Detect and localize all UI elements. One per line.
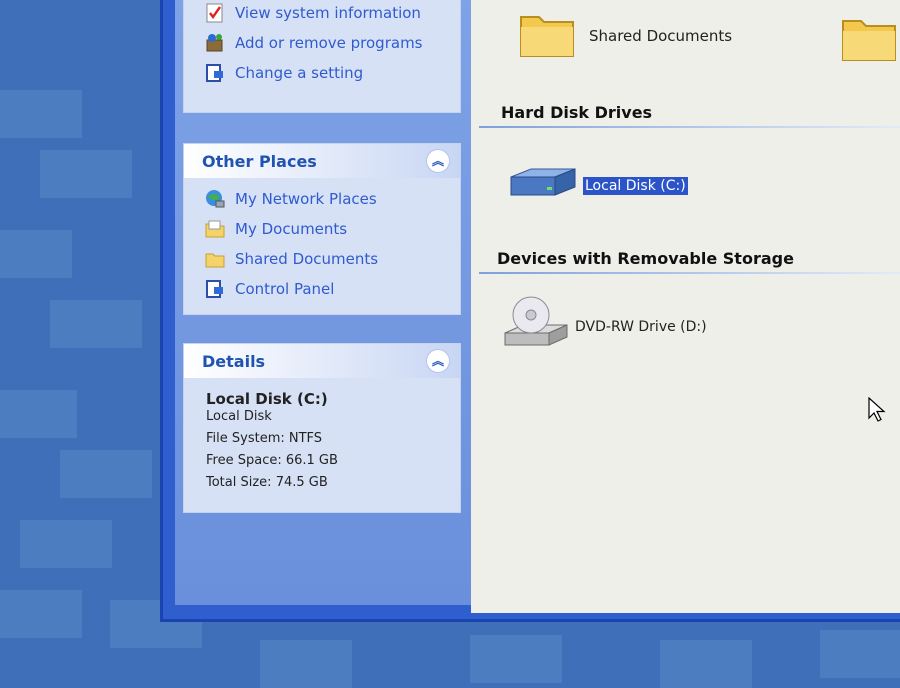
wallpaper-tile — [660, 640, 752, 688]
folder-icon — [205, 220, 225, 238]
wallpaper-tile — [0, 590, 82, 638]
section-divider — [479, 272, 900, 274]
control-panel-icon — [206, 64, 223, 82]
mouse-cursor-icon — [868, 397, 886, 422]
place-my-network-places[interactable]: My Network Places — [184, 184, 460, 214]
details-free-space: Free Space: 66.1 GB — [206, 453, 338, 468]
details-drive-name: Local Disk (C:) — [206, 390, 328, 408]
place-control-panel[interactable]: Control Panel — [184, 274, 460, 304]
wallpaper-tile — [470, 635, 562, 683]
details-total-size: Total Size: 74.5 GB — [206, 475, 328, 490]
dvd-drive-label[interactable]: DVD-RW Drive (D:) — [575, 319, 707, 335]
add-remove-icon — [206, 34, 223, 52]
place-label: My Network Places — [235, 190, 377, 208]
task-label: Add or remove programs — [235, 34, 423, 52]
content-pane: Shared Documents Hard Disk Drives Local … — [471, 0, 900, 613]
other-places-title: Other Places — [202, 151, 317, 171]
place-label: My Documents — [235, 220, 348, 238]
local-disk-icon[interactable] — [507, 165, 579, 203]
details-file-system: File System: NTFS — [206, 431, 323, 446]
section-divider — [479, 126, 900, 128]
wallpaper-tile — [20, 520, 112, 568]
wallpaper-tile — [0, 230, 72, 278]
shared-documents-label[interactable]: Shared Documents — [589, 27, 732, 45]
other-places-header[interactable]: Other Places ︽ — [184, 144, 460, 178]
details-header[interactable]: Details ︽ — [184, 344, 460, 378]
collapse-chevron-icon[interactable]: ︽ — [426, 149, 450, 173]
place-label: Shared Documents — [235, 250, 379, 268]
task-label: View system information — [235, 4, 421, 22]
wallpaper-tile — [0, 390, 77, 438]
shared-folder-icon[interactable] — [519, 7, 575, 59]
collapse-chevron-icon[interactable]: ︽ — [426, 349, 450, 373]
place-label: Control Panel — [235, 280, 335, 298]
other-places-panel: Other Places ︽ My Network Places My Docu… — [183, 143, 461, 315]
wallpaper-tile — [0, 90, 82, 138]
network-places-icon — [206, 190, 225, 208]
task-pane: View system information Add or remove pr… — [175, 0, 471, 605]
removable-storage-heading: Devices with Removable Storage — [497, 249, 794, 268]
wallpaper-tile — [40, 150, 132, 198]
task-change-a-setting[interactable]: Change a setting — [184, 58, 460, 88]
details-panel: Details ︽ Local Disk (C:) Local Disk Fil… — [183, 343, 461, 513]
task-label: Change a setting — [235, 64, 364, 82]
wallpaper-tile — [60, 450, 152, 498]
control-panel-icon — [206, 280, 223, 298]
dvd-drive-icon[interactable] — [501, 293, 571, 353]
wallpaper-tile — [50, 300, 142, 348]
wallpaper-tile — [820, 630, 900, 678]
wallpaper-tile — [260, 640, 352, 688]
details-title: Details — [202, 351, 266, 371]
local-disk-label[interactable]: Local Disk (C:) — [583, 177, 688, 195]
hard-disk-drives-heading: Hard Disk Drives — [501, 103, 653, 122]
explorer-window: View system information Add or remove pr… — [160, 0, 900, 622]
task-add-remove-programs[interactable]: Add or remove programs — [184, 28, 460, 58]
place-shared-documents[interactable]: Shared Documents — [184, 244, 460, 274]
task-view-system-information[interactable]: View system information — [184, 0, 460, 28]
folder-icon — [205, 253, 225, 268]
place-my-documents[interactable]: My Documents — [184, 214, 460, 244]
system-info-icon — [206, 3, 223, 23]
system-tasks-panel: View system information Add or remove pr… — [183, 0, 461, 113]
details-body: Local Disk (C:) Local Disk File System: … — [184, 378, 460, 507]
folder-icon[interactable] — [841, 11, 897, 63]
details-drive-type: Local Disk — [206, 409, 272, 424]
